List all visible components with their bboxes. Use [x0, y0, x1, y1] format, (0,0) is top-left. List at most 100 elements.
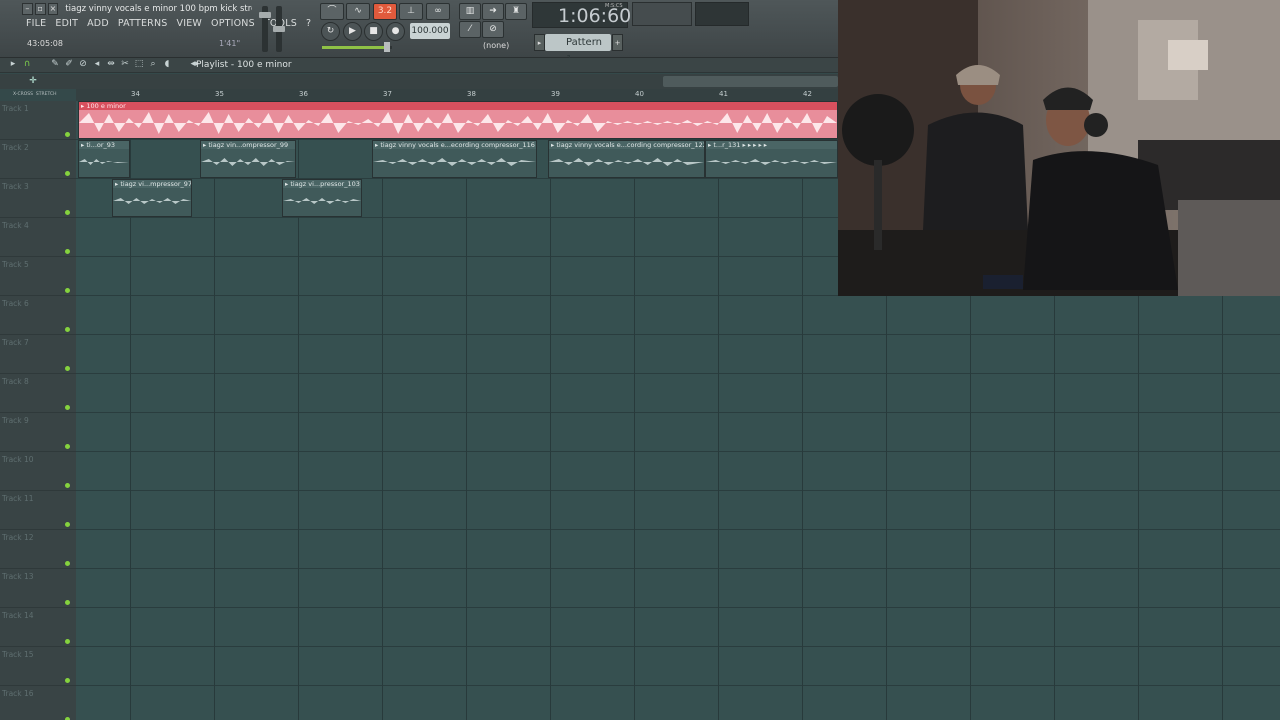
track-header[interactable]: Track 2: [0, 140, 76, 179]
track-header[interactable]: Track 7: [0, 335, 76, 374]
magnet-icon[interactable]: ∩: [22, 59, 32, 70]
playlist-menu-icon[interactable]: ▸: [8, 59, 18, 70]
chevron-right-icon: ▸: [537, 39, 542, 47]
track-enable-led[interactable]: [65, 327, 70, 332]
track-enable-led[interactable]: [65, 678, 70, 683]
track-enable-led[interactable]: [65, 561, 70, 566]
menu-options[interactable]: OPTIONS: [211, 18, 255, 29]
ruler-bar: 38: [467, 90, 476, 98]
select-icon[interactable]: ⬚: [134, 59, 144, 70]
grid-row-line: [76, 529, 1280, 530]
track-header[interactable]: Track 9: [0, 413, 76, 452]
track-enable-led[interactable]: [65, 366, 70, 371]
track-header[interactable]: Track 13: [0, 569, 76, 608]
audio-clip[interactable]: ▸ tiagz vin...ompressor_99: [200, 140, 296, 178]
audio-clip[interactable]: ▸ tiagz vinny vocals e...ecording compre…: [372, 140, 537, 178]
track-enable-led[interactable]: [65, 288, 70, 293]
elapsed-time: 43:05:08: [27, 39, 63, 48]
track-header[interactable]: Track 14: [0, 608, 76, 647]
grid-row-line: [76, 607, 1280, 608]
track-enable-led[interactable]: [65, 171, 70, 176]
arrow-button[interactable]: ➜: [482, 3, 504, 20]
track-enable-led[interactable]: [65, 444, 70, 449]
pencil-icon[interactable]: ✎: [50, 59, 60, 70]
cpu-panel: [632, 2, 692, 26]
step-edit-button[interactable]: ⊥: [399, 3, 423, 20]
track-header[interactable]: Track 3: [0, 179, 76, 218]
pattern-prev-button[interactable]: ▸: [534, 34, 545, 51]
wait-button[interactable]: ∿: [346, 3, 370, 20]
play-button[interactable]: ▶: [343, 22, 362, 41]
track-header[interactable]: Track 6: [0, 296, 76, 335]
track-header[interactable]: Track 1: [0, 101, 76, 140]
audio-clip[interactable]: ▸ t...r_131 ▸ ▸ ▸ ▸ ▸: [705, 140, 838, 178]
loop-mode-button[interactable]: ↻: [321, 22, 340, 41]
track-enable-led[interactable]: [65, 639, 70, 644]
menu-help[interactable]: ?: [306, 18, 311, 29]
track-header[interactable]: Track 15: [0, 647, 76, 686]
pattern-add-button[interactable]: +: [612, 34, 623, 51]
channel-select[interactable]: (none): [480, 39, 524, 53]
playback-icon[interactable]: ◖: [162, 59, 172, 70]
menu-edit[interactable]: EDIT: [55, 18, 78, 29]
mixer-button[interactable]: ♜: [505, 3, 527, 20]
track-header[interactable]: Track 11: [0, 491, 76, 530]
slice-icon[interactable]: ✂: [120, 59, 130, 70]
piano-roll-button[interactable]: ▥: [459, 3, 481, 20]
track-enable-led[interactable]: [65, 210, 70, 215]
master-level-knob[interactable]: [384, 42, 390, 52]
master-level-bar: [322, 46, 392, 49]
brush-button[interactable]: ⁄: [459, 21, 481, 38]
menu-patterns[interactable]: PATTERNS: [118, 18, 168, 29]
cross-arrows-icon[interactable]: ✛: [28, 76, 38, 87]
tempo-display[interactable]: 100.000: [410, 23, 450, 39]
pattern-selector[interactable]: Pattern 1: [545, 34, 611, 65]
track-header[interactable]: Track 10: [0, 452, 76, 491]
stop-button[interactable]: ■: [364, 22, 383, 41]
mute-icon[interactable]: ◂: [92, 59, 102, 70]
menu-view[interactable]: VIEW: [177, 18, 203, 29]
metronome-button[interactable]: ⌒: [320, 3, 344, 20]
delete-icon[interactable]: ⊘: [78, 59, 88, 70]
minimize-icon[interactable]: –: [22, 2, 33, 15]
track-enable-led[interactable]: [65, 405, 70, 410]
loop-record-button[interactable]: ∞: [426, 3, 450, 20]
horizontal-scrollbar[interactable]: [663, 76, 838, 87]
track-enable-led[interactable]: [65, 132, 70, 137]
audio-clip[interactable]: ▸ tiagz vi...pressor_103: [282, 179, 362, 217]
track-header[interactable]: Track 4: [0, 218, 76, 257]
track-name: Track 5: [2, 260, 29, 269]
master-pitch-knob[interactable]: [273, 26, 285, 32]
link-button[interactable]: ⊘: [482, 21, 504, 38]
audio-clip[interactable]: ▸ tiagz vi...mpressor_97: [112, 179, 192, 217]
stop-icon: ■: [369, 26, 378, 36]
track-header[interactable]: Track 12: [0, 530, 76, 569]
track-enable-led[interactable]: [65, 483, 70, 488]
audio-clip[interactable]: ▸ 100 e minor: [78, 101, 838, 139]
track-header[interactable]: Track 16: [0, 686, 76, 720]
paint-icon[interactable]: ✐: [64, 59, 74, 70]
track-enable-led[interactable]: [65, 522, 70, 527]
pattern-song-toggle[interactable]: 3.2: [373, 3, 397, 20]
clip-waveform: [706, 159, 837, 165]
track-header[interactable]: Track 8: [0, 374, 76, 413]
track-header[interactable]: Track 5: [0, 257, 76, 296]
restore-icon[interactable]: ▫: [34, 2, 46, 15]
zoom-icon[interactable]: ⌕: [148, 59, 158, 70]
link-icon: ⊘: [489, 24, 497, 34]
audio-clip[interactable]: ▸ ti...or_93: [78, 140, 130, 178]
menu-add[interactable]: ADD: [87, 18, 109, 29]
track-enable-led[interactable]: [65, 249, 70, 254]
slip-icon[interactable]: ⇹: [106, 59, 116, 70]
playlist-title: Playlist - 100 e minor: [196, 60, 292, 70]
track-enable-led[interactable]: [65, 600, 70, 605]
audio-clip[interactable]: ▸ tiagz vinny vocals e...cording compres…: [548, 140, 705, 178]
close-icon[interactable]: ×: [47, 2, 59, 15]
loop-icon: ∞: [434, 6, 442, 16]
record-button[interactable]: ●: [386, 22, 405, 41]
menu-file[interactable]: FILE: [26, 18, 46, 29]
track-name: Track 1: [2, 104, 29, 113]
master-volume-knob[interactable]: [259, 12, 271, 18]
grid-row-line: [76, 373, 1280, 374]
menu-bar: FILE EDIT ADD PATTERNS VIEW OPTIONS TOOL…: [26, 18, 311, 29]
